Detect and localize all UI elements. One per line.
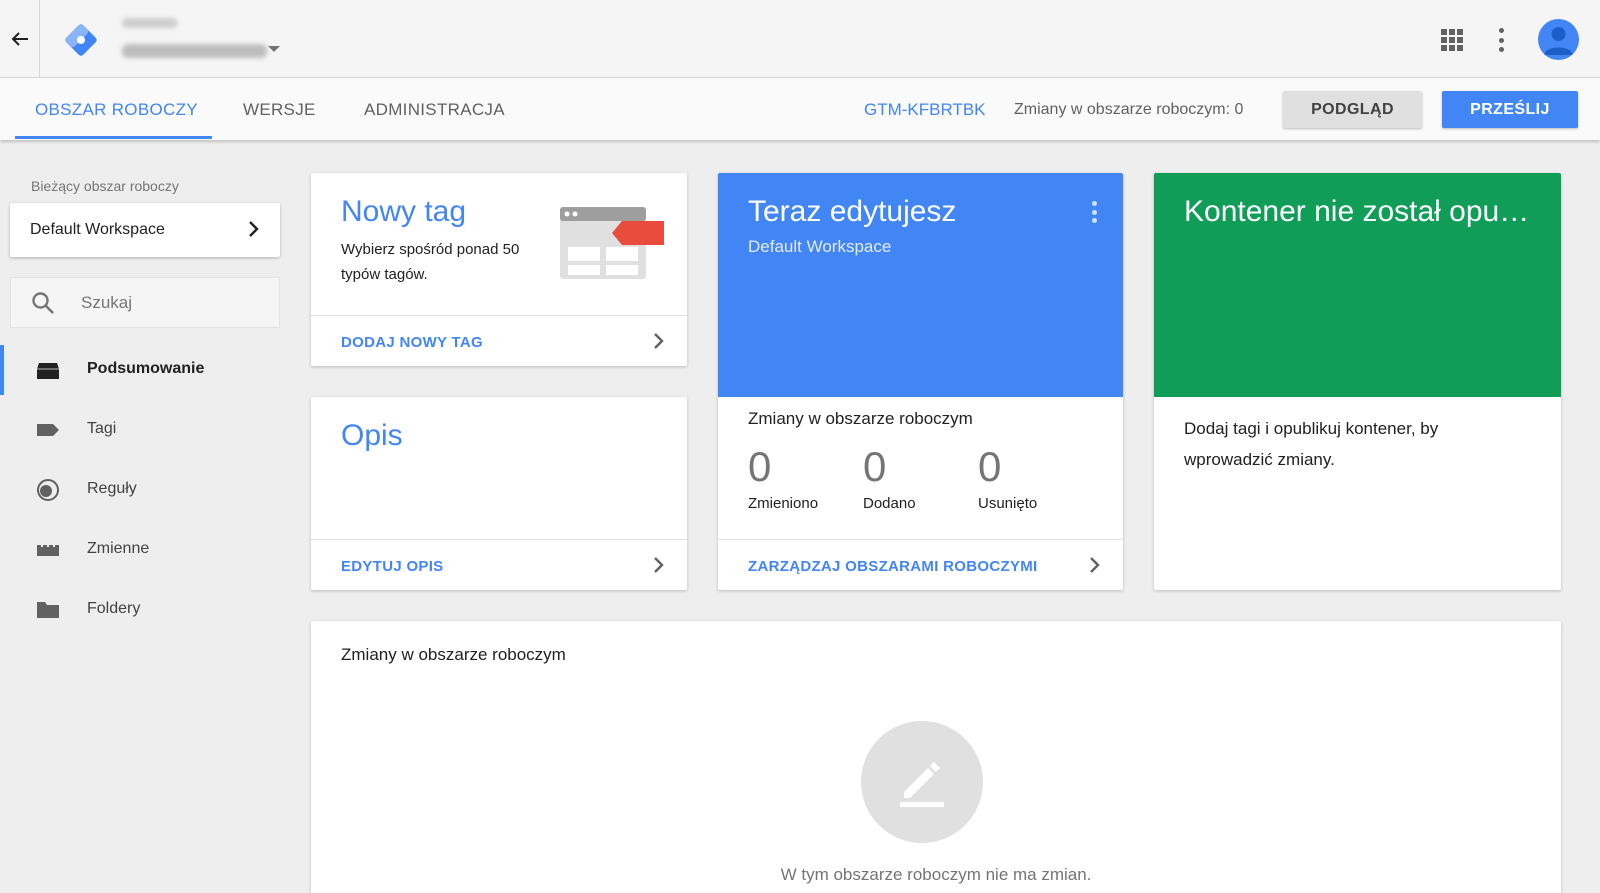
new-tag-title: Nowy tag	[341, 195, 467, 228]
tag-manager-logo	[65, 24, 97, 56]
workspace-selector[interactable]: Default Workspace	[10, 203, 280, 257]
now-editing-header: Teraz edytujesz Default Workspace	[718, 173, 1123, 397]
unpublished-container-card: Kontener nie został opu… Dodaj tagi i op…	[1154, 173, 1561, 590]
sidebar-item-folders[interactable]: Foldery	[0, 585, 295, 635]
unpublished-header: Kontener nie został opu…	[1154, 173, 1561, 397]
chevron-right-icon	[654, 333, 664, 349]
sidebar-item-label: Foldery	[87, 600, 141, 617]
edit-description-link[interactable]: EDYTUJ OPIS	[311, 539, 687, 590]
new-tag-card: Nowy tag Wybierz spośród ponad 50 typów …	[311, 173, 687, 366]
chevron-right-icon	[1090, 557, 1100, 573]
trigger-icon	[37, 479, 59, 501]
stat-deleted-label: Usunięto	[978, 495, 1038, 512]
chevron-right-icon	[654, 557, 664, 573]
arrow-left-icon	[11, 32, 28, 46]
stat-added: 0 Dodano	[863, 443, 916, 512]
container-id-link[interactable]: GTM-KFBRTBK	[864, 78, 986, 142]
submit-button[interactable]: PRZEŚLIJ	[1442, 91, 1578, 128]
unpublished-message: Dodaj tagi i opublikuj kontener, by wpro…	[1184, 419, 1439, 469]
chevron-right-icon	[249, 221, 259, 237]
now-editing-title: Teraz edytujesz	[748, 195, 957, 228]
apps-grid-icon[interactable]	[1441, 29, 1463, 51]
stat-added-label: Dodano	[863, 495, 916, 512]
workspace-changes-panel: Zmiany w obszarze roboczym W tym obszarz…	[311, 621, 1561, 893]
tab-admin[interactable]: ADMINISTRACJA	[364, 78, 505, 140]
folder-icon	[37, 602, 59, 618]
tag-illustration-icon	[560, 207, 664, 279]
overview-icon	[37, 363, 59, 379]
sidebar-item-triggers[interactable]: Reguły	[0, 465, 295, 515]
top-app-bar	[0, 0, 1600, 78]
active-tab-indicator	[15, 136, 212, 139]
description-title: Opis	[341, 419, 403, 452]
search-box[interactable]	[10, 277, 280, 328]
more-vert-icon[interactable]	[1498, 28, 1504, 52]
unpublished-title: Kontener nie został opu…	[1184, 195, 1530, 228]
back-button[interactable]	[0, 0, 40, 78]
stat-deleted-value: 0	[978, 443, 1002, 490]
add-new-tag-link[interactable]: DODAJ NOWY TAG	[311, 315, 687, 366]
manage-workspaces-label: ZARZĄDZAJ OBSZARAMI ROBOCZYMI	[748, 558, 1038, 575]
now-editing-card: Teraz edytujesz Default Workspace Zmiany…	[718, 173, 1123, 590]
workspace-changes-title: Zmiany w obszarze roboczym	[748, 409, 973, 428]
stat-deleted: 0 Usunięto	[978, 443, 1037, 512]
workspace-changes-count: Zmiany w obszarze roboczym: 0	[1014, 101, 1244, 118]
workspace-name: Default Workspace	[30, 221, 165, 238]
preview-button[interactable]: PODGLĄD	[1283, 91, 1422, 128]
sidebar-item-label: Reguły	[87, 480, 137, 497]
current-workspace-caption: Bieżący obszar roboczy	[31, 178, 179, 194]
variables-icon	[37, 545, 59, 556]
now-editing-workspace: Default Workspace	[748, 237, 892, 256]
stat-modified-value: 0	[748, 443, 772, 490]
sidebar-item-tags[interactable]: Tagi	[0, 405, 295, 455]
person-icon	[1544, 27, 1573, 55]
search-icon	[32, 292, 54, 314]
manage-workspaces-link[interactable]: ZARZĄDZAJ OBSZARAMI ROBOCZYMI	[718, 539, 1123, 590]
container-switcher-caret-icon[interactable]	[268, 46, 280, 52]
sidebar-item-label: Zmienne	[87, 540, 150, 557]
tag-icon	[37, 424, 59, 436]
more-vert-icon[interactable]	[1091, 201, 1097, 223]
search-input[interactable]	[81, 278, 271, 327]
add-new-tag-label: DODAJ NOWY TAG	[341, 334, 483, 351]
account-avatar[interactable]	[1538, 19, 1579, 60]
sidebar-item-label: Podsumowanie	[87, 360, 205, 377]
tab-versions[interactable]: WERSJE	[243, 78, 316, 140]
empty-state-badge	[861, 721, 983, 843]
stat-modified-label: Zmieniono	[748, 495, 819, 512]
sidebar-item-label: Tagi	[87, 420, 117, 437]
sidebar-item-overview[interactable]: Podsumowanie	[0, 345, 295, 395]
new-tag-description: Wybierz spośród ponad 50 typów tagów.	[341, 241, 520, 283]
tab-workspace[interactable]: OBSZAR ROBOCZY	[35, 78, 198, 140]
stat-modified: 0 Zmieniono	[748, 443, 818, 512]
container-name-redacted[interactable]	[122, 44, 267, 58]
changes-panel-title: Zmiany w obszarze roboczym	[341, 645, 566, 664]
sidebar-item-variables[interactable]: Zmienne	[0, 525, 295, 575]
description-card: Opis EDYTUJ OPIS	[311, 397, 687, 590]
empty-state-message: W tym obszarze roboczym nie ma zmian.	[780, 865, 1092, 884]
workspace-nav-bar: OBSZAR ROBOCZY WERSJE ADMINISTRACJA GTM-…	[0, 78, 1600, 140]
account-name-redacted	[122, 18, 178, 28]
stat-added-value: 0	[863, 443, 887, 490]
edit-pencil-icon	[900, 762, 944, 807]
edit-description-label: EDYTUJ OPIS	[341, 558, 444, 575]
